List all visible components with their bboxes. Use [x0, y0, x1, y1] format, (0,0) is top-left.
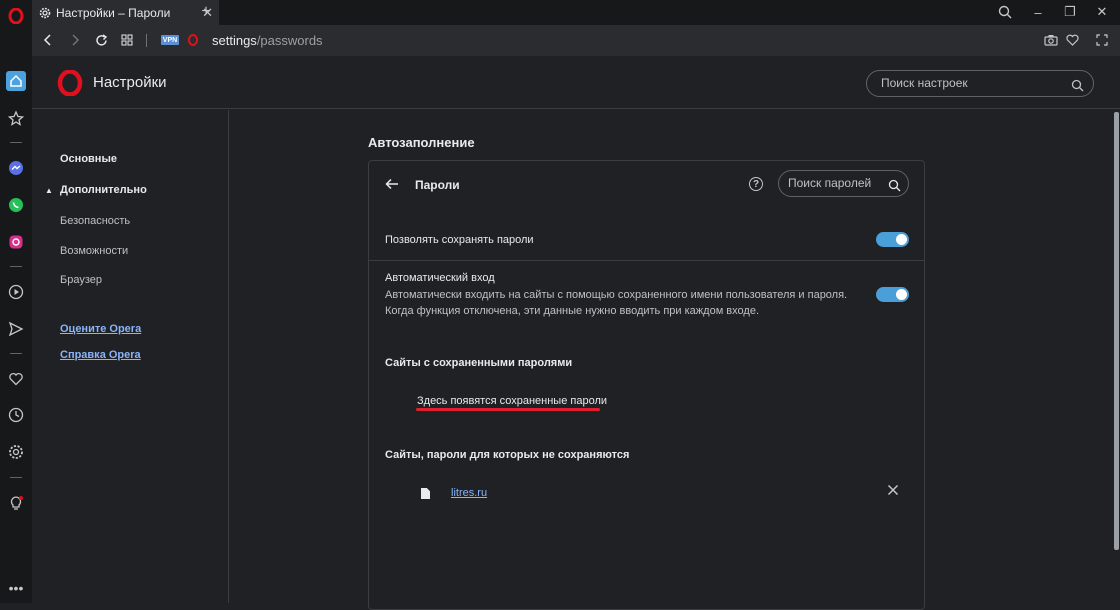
- back-arrow-icon[interactable]: [385, 177, 399, 194]
- remove-close-icon[interactable]: [887, 483, 899, 500]
- minimize-button[interactable]: –: [1030, 4, 1046, 20]
- vpn-badge[interactable]: VPN: [161, 35, 179, 45]
- settings-gear-icon[interactable]: [6, 442, 26, 462]
- nav-item-features[interactable]: Возможности: [60, 245, 128, 257]
- passwords-card-header: Пароли ? Поиск паролей: [369, 161, 924, 209]
- easy-setup-icon[interactable]: [1094, 32, 1110, 48]
- nav-item-advanced[interactable]: Дополнительно: [60, 184, 147, 196]
- nav-item-browser[interactable]: Браузер: [60, 274, 102, 286]
- bookmarks-star-icon[interactable]: [6, 108, 26, 128]
- url-field[interactable]: settings/passwords: [212, 33, 323, 48]
- allow-save-label: Позволять сохранять пароли: [385, 234, 534, 246]
- scrollbar-thumb[interactable]: [1114, 112, 1119, 550]
- opera-page-icon: [185, 32, 201, 48]
- tab-title: Настройки – Пароли: [56, 5, 171, 20]
- gear-icon: [39, 7, 51, 18]
- new-tab-button[interactable]: +: [198, 3, 214, 20]
- nav-item-basic[interactable]: Основные: [60, 153, 117, 165]
- send-icon[interactable]: [6, 319, 26, 339]
- passwords-title: Пароли: [415, 178, 460, 192]
- home-icon[interactable]: [6, 71, 26, 91]
- settings-content: Автозаполнение Пароли ? Поиск паролей По…: [230, 110, 1114, 610]
- settings-search-input[interactable]: Поиск настроек: [866, 70, 1094, 97]
- auto-signin-toggle[interactable]: [876, 287, 909, 302]
- tab-search-icon[interactable]: [997, 4, 1013, 20]
- url-host: settings: [212, 33, 257, 48]
- red-annotation-underline: [416, 408, 600, 411]
- search-icon: [1071, 76, 1084, 101]
- help-icon[interactable]: ?: [749, 177, 763, 191]
- bookmark-heart-icon[interactable]: [1064, 32, 1080, 48]
- opera-sidebar: •••: [0, 0, 32, 603]
- settings-header: Настройки Поиск настроек: [32, 56, 1120, 109]
- url-path: /passwords: [256, 33, 323, 48]
- snapshot-camera-icon[interactable]: [1043, 32, 1059, 48]
- password-search-placeholder: Поиск паролей: [788, 176, 872, 190]
- address-bar: VPN settings/passwords: [32, 25, 1120, 56]
- history-clock-icon[interactable]: [6, 405, 26, 425]
- reload-button[interactable]: [93, 32, 109, 48]
- saved-sites-heading: Сайты с сохраненными паролями: [385, 357, 573, 369]
- page-title: Настройки: [93, 74, 167, 91]
- heart-icon[interactable]: [6, 369, 26, 389]
- tab-settings-passwords[interactable]: Настройки – Пароли ✕: [32, 0, 219, 25]
- section-title-autofill: Автозаполнение: [368, 135, 475, 150]
- close-window-button[interactable]: ✕: [1094, 4, 1110, 20]
- instagram-icon[interactable]: [6, 232, 26, 252]
- whatsapp-icon[interactable]: [6, 195, 26, 215]
- auto-signin-label: Автоматический вход: [385, 272, 495, 284]
- rate-opera-link[interactable]: Оцените Opera: [60, 323, 141, 335]
- settings-nav: Основные ▲ Дополнительно Безопасность Во…: [32, 110, 229, 603]
- allow-save-toggle[interactable]: [876, 232, 909, 247]
- tab-bar: Настройки – Пароли ✕ + – ❐ ✕: [32, 0, 1120, 25]
- speed-dial-grid-icon[interactable]: [119, 32, 135, 48]
- opera-help-link[interactable]: Справка Opera: [60, 349, 141, 361]
- auto-signin-desc-2: Когда функция отключена, эти данные нужн…: [385, 305, 759, 317]
- lightbulb-icon[interactable]: [6, 493, 26, 513]
- never-saved-site-link[interactable]: litres.ru: [451, 487, 487, 499]
- passwords-card: Пароли ? Поиск паролей Позволять сохраня…: [368, 160, 925, 610]
- saved-passwords-empty-message: Здесь появятся сохраненные пароли: [417, 395, 608, 407]
- collapse-triangle-icon[interactable]: ▲: [45, 186, 53, 195]
- settings-search-placeholder: Поиск настроек: [881, 76, 968, 90]
- nav-item-security[interactable]: Безопасность: [60, 215, 130, 227]
- restore-button[interactable]: ❐: [1062, 4, 1078, 20]
- file-icon: [421, 488, 430, 499]
- search-icon: [888, 176, 901, 201]
- password-search-input[interactable]: Поиск паролей: [778, 170, 909, 197]
- opera-logo-icon: [57, 69, 83, 101]
- never-saved-heading: Сайты, пароли для которых не сохраняются: [385, 449, 630, 461]
- forward-button[interactable]: [67, 32, 83, 48]
- opera-menu-icon[interactable]: [6, 6, 26, 26]
- auto-signin-desc-1: Автоматически входить на сайты с помощью…: [385, 289, 848, 301]
- player-icon[interactable]: [6, 282, 26, 302]
- back-button[interactable]: [40, 32, 56, 48]
- messenger-icon[interactable]: [6, 158, 26, 178]
- more-dots-icon[interactable]: •••: [6, 578, 26, 598]
